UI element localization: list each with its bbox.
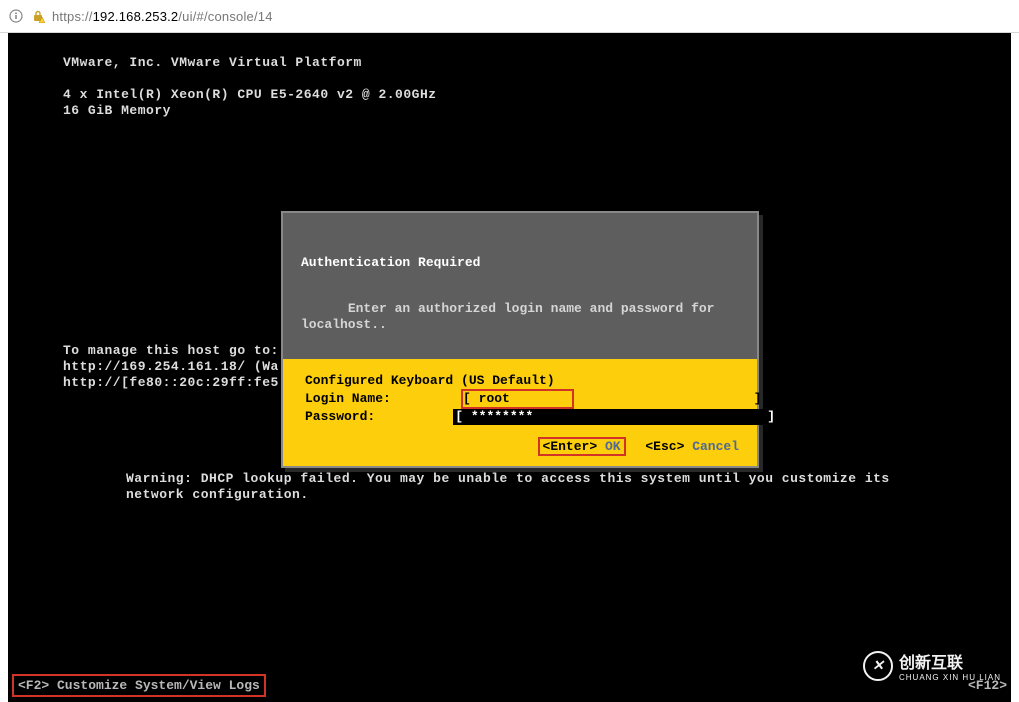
watermark-logo: ✕ 创新互联 CHUANG XIN HU LIAN xyxy=(863,649,1001,682)
sysinfo-vendor: VMware, Inc. VMware Virtual Platform xyxy=(63,55,362,71)
password-label: Password: xyxy=(305,409,375,424)
password-row: Password: [ ******** ] xyxy=(305,409,735,425)
browser-urlbar: https://192.168.253.2/ui/#/console/14 xyxy=(0,0,1019,33)
vm-console[interactable]: VMware, Inc. VMware Virtual Platform 4 x… xyxy=(0,33,1019,702)
watermark-py: CHUANG XIN HU LIAN xyxy=(899,673,1001,682)
auth-dialog-header: Authentication Required Enter an authori… xyxy=(283,213,757,359)
mgmt-line1: To manage this host go to: xyxy=(63,343,279,359)
login-input-highlight: [ root xyxy=(461,389,574,409)
password-input[interactable]: ******** xyxy=(471,409,533,424)
f2-customize-button[interactable]: <F2> Customize System/View Logs xyxy=(12,674,266,697)
sysinfo-mem: 16 GiB Memory xyxy=(63,103,171,119)
auth-dialog-subtitle: Enter an authorized login name and passw… xyxy=(301,301,714,332)
password-input-field: [ ******** ] xyxy=(453,409,777,425)
auth-dialog: Authentication Required Enter an authori… xyxy=(281,211,759,468)
watermark-cn: 创新互联 xyxy=(899,655,963,672)
info-icon[interactable] xyxy=(8,8,24,24)
login-label: Login Name: xyxy=(305,391,391,406)
lock-warning-icon[interactable] xyxy=(30,8,46,24)
keyboard-line: Configured Keyboard (US Default) xyxy=(305,373,735,389)
url-text[interactable]: https://192.168.253.2/ui/#/console/14 xyxy=(52,9,1011,24)
console-footer: <F2> Customize System/View Logs <F12> xyxy=(8,668,1011,702)
warning-line1: Warning: DHCP lookup failed. You may be … xyxy=(126,471,890,487)
auth-dialog-actions: <Enter> OK <Esc> Cancel xyxy=(283,433,757,466)
sysinfo-cpu: 4 x Intel(R) Xeon(R) CPU E5-2640 v2 @ 2.… xyxy=(63,87,437,103)
mgmt-line3: http://[fe80::20c:29ff:fe5 xyxy=(63,375,279,391)
watermark-icon: ✕ xyxy=(863,651,893,681)
warning-line2: network configuration. xyxy=(126,487,309,503)
auth-dialog-title: Authentication Required xyxy=(301,255,739,285)
ok-button[interactable]: <Enter> OK xyxy=(538,437,626,456)
login-input[interactable]: root xyxy=(479,391,510,406)
cancel-button[interactable]: <Esc> Cancel xyxy=(645,439,739,454)
login-row: Login Name: [ root ] xyxy=(305,389,735,409)
auth-dialog-body: Configured Keyboard (US Default) Login N… xyxy=(283,359,757,433)
mgmt-line2: http://169.254.161.18/ (Wa xyxy=(63,359,279,375)
